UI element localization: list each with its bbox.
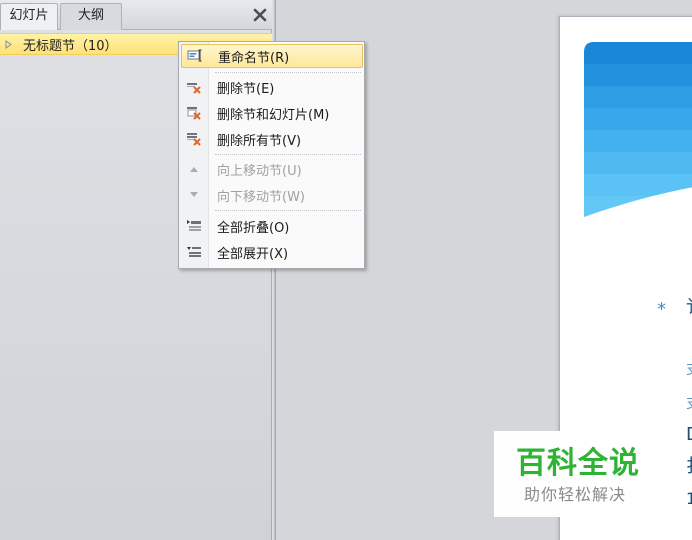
menu-separator bbox=[215, 154, 361, 155]
expand-triangle-icon[interactable] bbox=[5, 39, 15, 49]
arrow-down-icon bbox=[181, 183, 207, 207]
menu-item-delete-section[interactable]: 删除节(E) bbox=[181, 75, 363, 99]
rename-section-icon bbox=[182, 44, 208, 68]
arrow-up-icon bbox=[181, 157, 207, 181]
slide-bullet: * bbox=[657, 299, 666, 320]
delete-all-sections-icon bbox=[181, 127, 207, 151]
menu-label: 重命名节(R) bbox=[218, 50, 290, 66]
section-context-menu: 重命名节(R) 删除节(E) 删除节和幻灯片(M) 删除所有节(V) 向上移动节… bbox=[178, 41, 365, 269]
menu-item-move-section-up[interactable]: 向上移动节(U) bbox=[181, 157, 363, 181]
menu-item-move-section-down[interactable]: 向下移动节(W) bbox=[181, 183, 363, 207]
menu-separator bbox=[215, 210, 361, 211]
menu-label: 全部展开(X) bbox=[217, 246, 289, 262]
watermark-title: 百科全说 bbox=[516, 446, 640, 481]
tab-slides[interactable]: 幻灯片 bbox=[0, 3, 58, 30]
slide-text-fragment: 支 bbox=[686, 360, 692, 380]
slide-text-fragment: 讠 bbox=[686, 298, 692, 318]
watermark-subtitle: 助你轻松解决 bbox=[524, 485, 627, 504]
slide-banner-graphic bbox=[584, 42, 692, 232]
menu-label: 删除节和幻灯片(M) bbox=[217, 107, 330, 123]
pane-tab-bar: 幻灯片 大纲 bbox=[0, 0, 272, 30]
collapse-all-icon bbox=[181, 214, 207, 238]
close-pane-button[interactable] bbox=[249, 4, 271, 26]
menu-item-delete-all-sections[interactable]: 删除所有节(V) bbox=[181, 127, 363, 151]
menu-label: 向上移动节(U) bbox=[217, 163, 302, 179]
menu-label: 向下移动节(W) bbox=[217, 189, 305, 205]
menu-item-rename-section[interactable]: 重命名节(R) bbox=[181, 44, 363, 68]
menu-separator bbox=[215, 72, 361, 73]
menu-label: 删除节(E) bbox=[217, 81, 275, 97]
close-icon bbox=[253, 8, 267, 22]
menu-label: 全部折叠(O) bbox=[217, 220, 290, 236]
section-label: 无标题节（10） bbox=[23, 38, 118, 54]
menu-item-collapse-all[interactable]: 全部折叠(O) bbox=[181, 214, 363, 238]
menu-item-delete-section-and-slides[interactable]: 删除节和幻灯片(M) bbox=[181, 101, 363, 125]
expand-all-icon bbox=[181, 240, 207, 264]
watermark-logo: 百科全说 助你轻松解决 bbox=[494, 431, 670, 517]
slide-text-fragment: D bbox=[686, 425, 692, 445]
slide-text-fragment: 1 bbox=[686, 489, 692, 509]
slide-text-fragment: 支 bbox=[686, 394, 692, 414]
delete-section-icon bbox=[181, 75, 207, 99]
slide-text-fragment: 扌 bbox=[686, 457, 692, 477]
menu-label: 删除所有节(V) bbox=[217, 133, 302, 149]
menu-item-expand-all[interactable]: 全部展开(X) bbox=[181, 240, 363, 264]
tab-outline[interactable]: 大纲 bbox=[60, 3, 122, 30]
delete-section-slides-icon bbox=[181, 101, 207, 125]
